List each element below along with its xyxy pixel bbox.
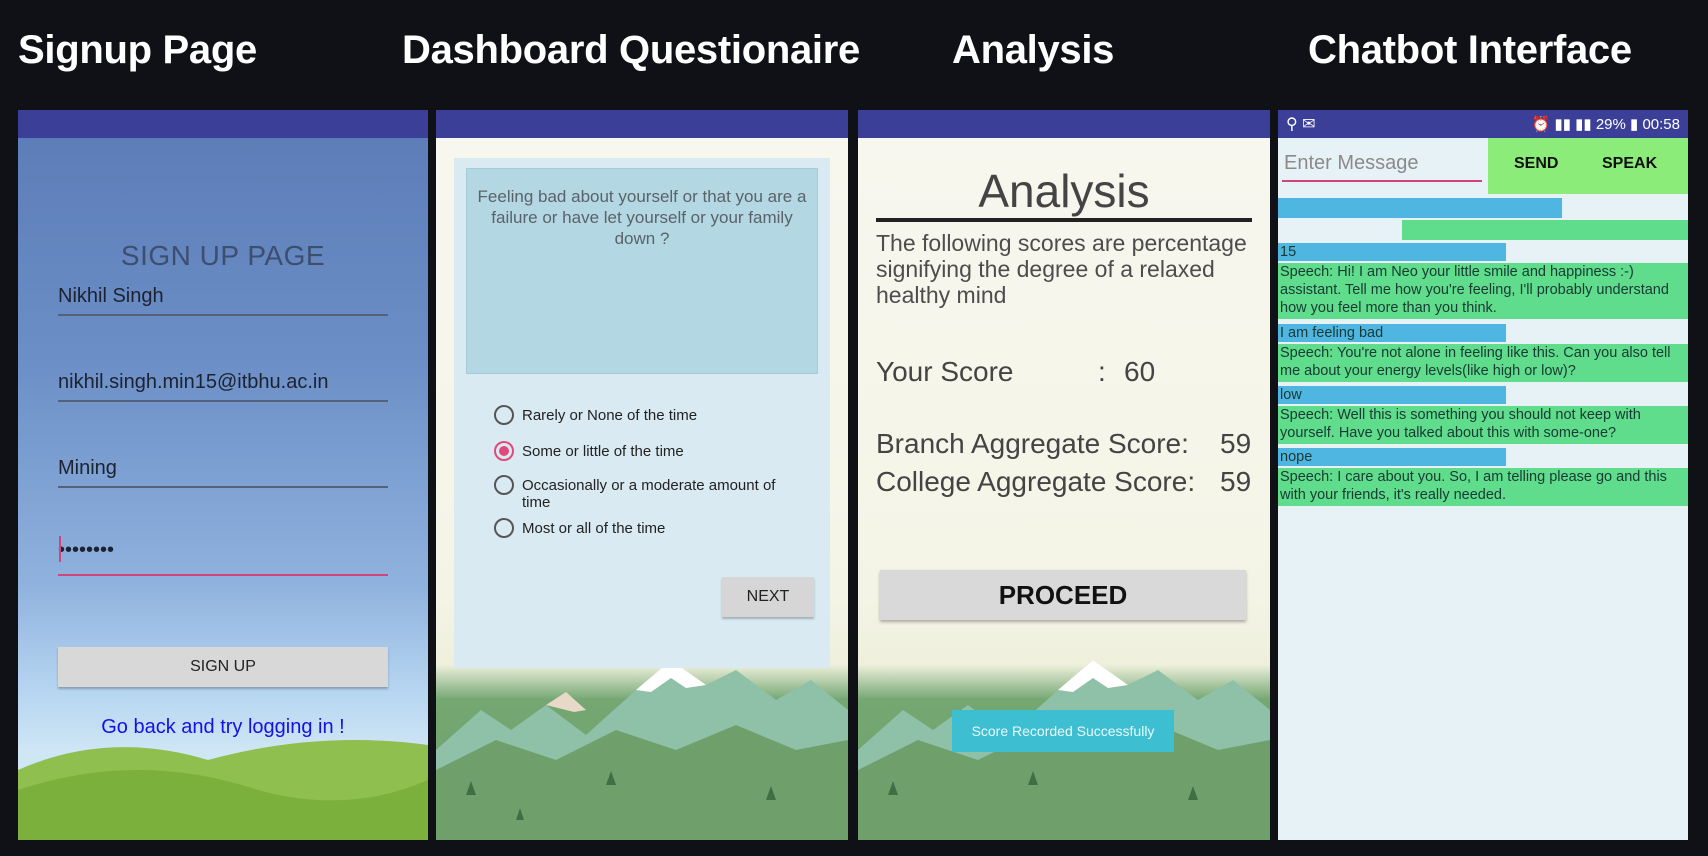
- your-score-label: Your Score: [876, 356, 1014, 387]
- app-bar: [858, 110, 1270, 138]
- app-bar: [436, 110, 848, 138]
- college-score-label: College Aggregate Score:: [876, 466, 1196, 497]
- radio-icon[interactable]: [494, 475, 514, 495]
- option-label: Most or all of the time: [522, 520, 666, 537]
- success-toast: Score Recorded Successfully: [952, 710, 1174, 752]
- text-cursor: [59, 536, 61, 562]
- login-link[interactable]: Go back and try logging in !: [18, 716, 428, 739]
- password-value: ••••••••: [58, 539, 115, 561]
- chat-user-message: I am feeling bad: [1278, 324, 1506, 342]
- radio-icon[interactable]: [494, 405, 514, 425]
- chat-bot-message: Speech: I care about you. So, I am telli…: [1278, 468, 1688, 506]
- proceed-button[interactable]: PROCEED: [880, 570, 1246, 620]
- action-buttons: SEND SPEAK: [1488, 138, 1688, 194]
- status-right-icons: ⏰ ▮▮ ▮▮ 29% ▮ 00:58: [1531, 116, 1680, 133]
- signup-screen: SIGN UP PAGE Nikhil Singh nikhil.singh.m…: [18, 110, 428, 840]
- branch-score-label: Branch Aggregate Score:: [876, 428, 1189, 459]
- your-score: Your Score : 60: [876, 356, 1155, 388]
- signup-button[interactable]: SIGN UP: [58, 647, 388, 687]
- college-score-value: 59: [1220, 466, 1252, 497]
- name-value: Nikhil Singh: [58, 285, 164, 307]
- chat-bot-message: Speech: Well this is something you shoul…: [1278, 406, 1688, 444]
- app-bar: [18, 110, 428, 138]
- chat-bubble-empty: [1278, 198, 1562, 218]
- status-bar: ⚲ ✉ ⏰ ▮▮ ▮▮ 29% ▮ 00:58: [1278, 110, 1688, 138]
- option-occasionally[interactable]: Occasionally or a moderate amount of tim…: [494, 475, 804, 511]
- your-score-separator: :: [1098, 356, 1106, 387]
- speak-button[interactable]: SPEAK: [1596, 154, 1663, 174]
- option-some[interactable]: Some or little of the time: [494, 441, 804, 461]
- heading-signup: Signup Page: [18, 28, 257, 72]
- password-field[interactable]: ••••••••: [58, 536, 388, 576]
- questionnaire-screen: Feeling bad about yourself or that you a…: [436, 110, 848, 840]
- option-label: Some or little of the time: [522, 443, 684, 460]
- status-left-icons: ⚲ ✉: [1286, 116, 1316, 133]
- heading-chatbot: Chatbot Interface: [1308, 28, 1632, 72]
- branch-score: Branch Aggregate Score: 59: [876, 428, 1251, 460]
- analysis-description: The following scores are percentage sign…: [876, 230, 1247, 308]
- your-score-value: 60: [1124, 356, 1156, 387]
- email-value: nikhil.singh.min15@itbhu.ac.in: [58, 371, 329, 393]
- chat-bot-message: Speech: You're not alone in feeling like…: [1278, 344, 1688, 382]
- message-input[interactable]: Enter Message: [1282, 146, 1482, 182]
- option-label: Rarely or None of the time: [522, 407, 698, 424]
- analysis-title: Analysis: [978, 165, 1150, 217]
- question-text: Feeling bad about yourself or that you a…: [477, 187, 807, 248]
- branch-field[interactable]: Mining: [58, 450, 388, 488]
- chat-bubble-empty: [1402, 220, 1688, 240]
- title-divider: [876, 218, 1252, 222]
- chat-bot-message: Speech: Hi! I am Neo your little smile a…: [1278, 263, 1688, 319]
- radio-selected-icon[interactable]: [494, 441, 514, 461]
- send-button[interactable]: SEND: [1508, 154, 1564, 174]
- radio-icon[interactable]: [494, 518, 514, 538]
- name-field[interactable]: Nikhil Singh: [58, 278, 388, 316]
- chat-user-message: 15: [1278, 243, 1506, 261]
- signup-title: SIGN UP PAGE: [120, 240, 326, 271]
- chat-user-message: nope: [1278, 448, 1506, 466]
- branch-value: Mining: [58, 457, 117, 479]
- heading-questionnaire: Dashboard Questionaire: [402, 28, 860, 72]
- option-rarely[interactable]: Rarely or None of the time: [494, 405, 804, 425]
- heading-analysis: Analysis: [952, 28, 1115, 72]
- branch-score-value: 59: [1220, 428, 1252, 459]
- chat-user-message: low: [1278, 386, 1506, 404]
- option-most[interactable]: Most or all of the time: [494, 518, 804, 538]
- option-label: Occasionally or a moderate amount of tim…: [522, 477, 776, 511]
- next-button[interactable]: NEXT: [722, 577, 814, 617]
- chatbot-screen: ⚲ ✉ ⏰ ▮▮ ▮▮ 29% ▮ 00:58 Enter Message SE…: [1278, 110, 1688, 840]
- college-score: College Aggregate Score: 59: [876, 466, 1251, 498]
- analysis-screen: Analysis The following scores are percen…: [858, 110, 1270, 840]
- message-placeholder: Enter Message: [1284, 152, 1419, 174]
- email-field[interactable]: nikhil.singh.min15@itbhu.ac.in: [58, 364, 388, 402]
